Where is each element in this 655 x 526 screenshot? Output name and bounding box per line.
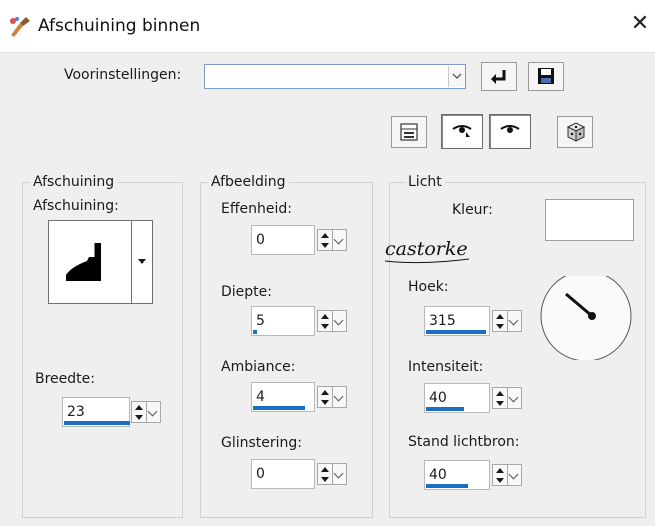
bevel-shape-label: Afschuining: xyxy=(33,198,119,214)
close-button[interactable]: ✕ xyxy=(628,12,652,36)
light-position-stepper[interactable] xyxy=(492,464,508,486)
depth-dropdown[interactable] xyxy=(333,310,347,332)
color-label: Kleur: xyxy=(452,202,493,218)
shininess-field[interactable]: 0 xyxy=(251,459,315,489)
smoothness-value: 0 xyxy=(256,232,265,248)
proof-toggle-icon xyxy=(400,123,418,141)
angle-spinbox[interactable]: 315 xyxy=(424,306,524,336)
smoothness-label: Effenheid: xyxy=(221,201,292,217)
ambience-spinbox[interactable]: 4 xyxy=(251,382,351,412)
title-bar: Afschuining binnen ✕ xyxy=(0,0,655,53)
svg-text:castorke: castorke xyxy=(385,238,468,260)
width-value: 23 xyxy=(67,404,85,420)
width-stepper[interactable] xyxy=(131,401,147,423)
light-position-spinbox[interactable]: 40 xyxy=(424,460,524,490)
presets-label: Voorinstellingen: xyxy=(64,67,182,83)
light-position-field[interactable]: 40 xyxy=(424,460,490,490)
auto-proof-button[interactable] xyxy=(441,114,483,149)
window-title: Afschuining binnen xyxy=(38,16,201,36)
angle-field[interactable]: 315 xyxy=(424,306,490,336)
shininess-dropdown[interactable] xyxy=(333,463,347,485)
angle-dial-icon xyxy=(540,270,632,362)
dice-icon xyxy=(566,122,586,142)
smoothness-stepper[interactable] xyxy=(317,229,333,251)
eye-icon xyxy=(500,125,520,133)
presets-dropdown[interactable] xyxy=(204,64,466,89)
depth-spinbox[interactable]: 5 xyxy=(251,306,351,336)
ambience-value: 4 xyxy=(256,389,265,405)
depth-slider-bar[interactable] xyxy=(253,330,257,334)
angle-dropdown[interactable] xyxy=(508,310,522,332)
intensity-value: 40 xyxy=(429,390,447,406)
auto-proof-eye-icon xyxy=(452,125,472,137)
intensity-label: Intensiteit: xyxy=(408,359,484,375)
depth-value: 5 xyxy=(256,313,265,329)
depth-stepper[interactable] xyxy=(317,310,333,332)
shininess-spinbox[interactable]: 0 xyxy=(251,459,351,489)
light-position-label: Stand lichtbron: xyxy=(408,434,520,450)
angle-slider-bar[interactable] xyxy=(426,330,486,334)
shininess-value: 0 xyxy=(256,466,265,482)
castorke-watermark: castorke xyxy=(384,238,470,264)
width-spinbox[interactable]: 23 xyxy=(62,397,162,427)
ambience-dropdown[interactable] xyxy=(333,386,347,408)
shininess-label: Glinstering: xyxy=(221,435,303,451)
bevel-shape-dropdown-button[interactable] xyxy=(131,220,153,304)
proof-toggle-button[interactable] xyxy=(391,116,427,148)
light-color-swatch[interactable] xyxy=(545,199,634,241)
paintbrush-icon xyxy=(10,17,30,37)
intensity-spinbox[interactable]: 40 xyxy=(424,383,524,413)
smoothness-spinbox[interactable]: 0 xyxy=(251,225,351,255)
ambience-stepper[interactable] xyxy=(317,386,333,408)
chevron-down-icon[interactable] xyxy=(448,66,465,87)
shininess-stepper[interactable] xyxy=(317,463,333,485)
light-position-value: 40 xyxy=(429,467,447,483)
proof-button[interactable] xyxy=(489,114,531,149)
ambience-field[interactable]: 4 xyxy=(251,382,315,412)
bevel-shape-preview[interactable] xyxy=(48,220,138,304)
light-position-slider-bar[interactable] xyxy=(426,484,468,488)
intensity-field[interactable]: 40 xyxy=(424,383,490,413)
ambience-slider-bar[interactable] xyxy=(253,406,305,410)
intensity-dropdown[interactable] xyxy=(508,387,522,409)
reset-button[interactable] xyxy=(481,62,517,91)
light-angle-dial[interactable] xyxy=(532,270,632,362)
width-field[interactable]: 23 xyxy=(62,397,130,427)
angle-label: Hoek: xyxy=(408,279,449,295)
save-preset-button[interactable] xyxy=(528,62,564,91)
smoothness-field[interactable]: 0 xyxy=(251,225,315,255)
angle-value: 315 xyxy=(429,313,456,329)
intensity-slider-bar[interactable] xyxy=(426,407,464,411)
light-position-dropdown[interactable] xyxy=(508,464,522,486)
ambience-label: Ambiance: xyxy=(221,359,296,375)
bevel-shape-icon xyxy=(66,243,101,281)
bevel-group-title: Afschuining xyxy=(30,174,118,190)
intensity-stepper[interactable] xyxy=(492,387,508,409)
angle-stepper[interactable] xyxy=(492,310,508,332)
randomize-button[interactable] xyxy=(557,116,593,148)
depth-field[interactable]: 5 xyxy=(251,306,315,336)
width-dropdown[interactable] xyxy=(147,401,161,423)
light-group-title: Licht xyxy=(405,174,445,190)
width-slider-bar[interactable] xyxy=(64,421,130,425)
floppy-disk-icon xyxy=(538,68,554,84)
smoothness-dropdown[interactable] xyxy=(333,229,347,251)
image-group-title: Afbeelding xyxy=(208,174,289,190)
width-label: Breedte: xyxy=(35,371,95,387)
reset-arrow-icon xyxy=(491,70,506,84)
depth-label: Diepte: xyxy=(221,284,272,300)
